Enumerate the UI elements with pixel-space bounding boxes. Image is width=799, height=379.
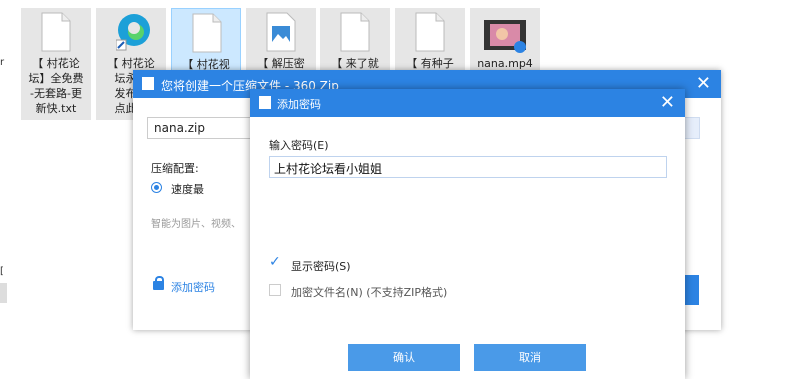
password-label: 输入密码(E) <box>269 139 329 152</box>
video-file-icon <box>484 20 526 53</box>
zip-app-icon <box>142 77 154 90</box>
text-file-icon <box>41 12 71 52</box>
edge-text: [ <box>0 266 4 277</box>
text-file-icon <box>415 12 445 52</box>
desktop-file-label: 【 有种子 <box>406 57 454 70</box>
show-password-checkbox[interactable]: ✓ <box>269 255 281 269</box>
show-password-label: 显示密码(S) <box>291 260 351 273</box>
edge-icon <box>116 14 150 51</box>
ok-button[interactable]: 确认 <box>348 344 460 371</box>
desktop-file-label: 【 来了就 <box>331 57 379 70</box>
encrypt-filenames-label: 加密文件名(N) (不支持ZIP格式) <box>291 286 448 299</box>
dialog-title: 添加密码 <box>277 98 321 111</box>
lock-icon <box>153 276 164 290</box>
text-file-icon <box>340 12 370 52</box>
desktop-file-label: nana.mp4 <box>477 57 533 70</box>
password-input[interactable]: 上村花论坛看小姐姐 <box>269 156 667 178</box>
close-icon[interactable]: ✕ <box>660 92 675 113</box>
edge-text: r <box>0 57 5 68</box>
speed-option-label: 速度最 <box>171 183 204 196</box>
close-icon[interactable]: ✕ <box>696 73 711 94</box>
add-password-dialog: 添加密码 ✕ 输入密码(E) 上村花论坛看小姐姐 ✓ 显示密码(S) 加密文件名… <box>250 89 685 379</box>
desktop-file-label: 【 解压密 <box>257 57 305 70</box>
zip-app-icon <box>259 96 271 109</box>
text-file-icon <box>192 13 222 53</box>
add-password-link[interactable]: 添加密码 <box>171 279 215 295</box>
title-bar: 添加密码 ✕ <box>250 89 685 117</box>
image-file-icon <box>266 12 296 52</box>
encrypt-filenames-checkbox[interactable] <box>269 284 281 296</box>
edge-item <box>0 283 7 303</box>
start-compress-button[interactable] <box>683 275 699 305</box>
cancel-button[interactable]: 取消 <box>474 344 586 371</box>
compress-config-label: 压缩配置: <box>151 162 199 175</box>
speed-radio[interactable] <box>151 182 162 193</box>
smart-hint: 智能为图片、视频、 <box>151 219 241 230</box>
desktop-file-txt[interactable]: 【 村花论 坛】全免费 -无套路-更 新快.txt <box>21 8 91 120</box>
desktop-file-label: 【 村花论 坛】全免费 -无套路-更 新快.txt <box>28 57 84 115</box>
